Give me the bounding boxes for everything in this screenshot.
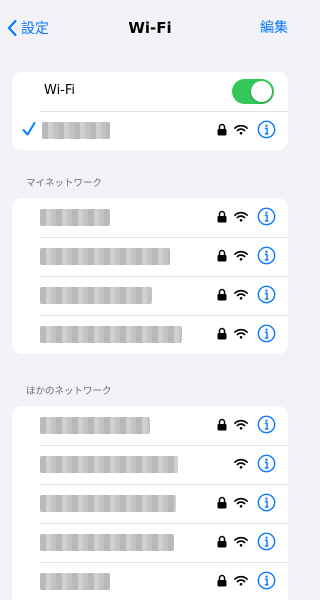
wifi-icon xyxy=(234,497,248,508)
wifi-icon xyxy=(234,124,248,135)
wifi-toggle[interactable] xyxy=(232,79,274,104)
other-networks-card xyxy=(12,406,288,600)
info-icon[interactable] xyxy=(257,324,276,343)
wifi-icon xyxy=(234,250,248,261)
network-row[interactable] xyxy=(12,523,288,562)
other-networks-header: ほかのネットワーク xyxy=(26,386,112,397)
info-icon[interactable] xyxy=(257,246,276,265)
wifi-icon xyxy=(234,211,248,222)
network-name-redacted xyxy=(40,534,174,551)
lock-icon xyxy=(217,210,227,223)
toggle-knob xyxy=(251,81,272,102)
wifi-toggle-row: Wi-Fi xyxy=(12,72,288,111)
info-icon[interactable] xyxy=(257,120,276,139)
network-row[interactable] xyxy=(12,237,288,276)
my-networks-header: マイネットワーク xyxy=(26,178,103,189)
info-icon[interactable] xyxy=(257,454,276,473)
lock-icon xyxy=(217,418,227,431)
network-row[interactable] xyxy=(12,198,288,237)
info-icon[interactable] xyxy=(257,571,276,590)
network-row[interactable] xyxy=(12,445,288,484)
network-name-redacted xyxy=(40,456,178,473)
info-icon[interactable] xyxy=(257,532,276,551)
network-name-redacted xyxy=(40,209,110,226)
my-networks-card xyxy=(12,198,288,354)
network-row[interactable] xyxy=(12,315,288,354)
wifi-label: Wi-Fi xyxy=(44,83,76,98)
wifi-icon xyxy=(234,328,248,339)
wifi-icon xyxy=(234,575,248,586)
network-name-redacted xyxy=(40,417,150,434)
network-name-redacted xyxy=(40,495,176,512)
wifi-icon xyxy=(234,458,248,469)
info-icon[interactable] xyxy=(257,285,276,304)
network-name-redacted xyxy=(40,248,170,265)
network-name-redacted xyxy=(40,326,182,343)
page-title: Wi-Fi xyxy=(128,19,172,37)
lock-icon xyxy=(217,249,227,262)
lock-icon xyxy=(217,535,227,548)
wifi-card: Wi-Fi xyxy=(12,72,288,150)
network-name-redacted xyxy=(42,122,110,139)
info-icon[interactable] xyxy=(257,415,276,434)
wifi-icon xyxy=(234,289,248,300)
lock-icon xyxy=(217,288,227,301)
network-name-redacted xyxy=(40,287,152,304)
network-row[interactable] xyxy=(12,484,288,523)
edit-button[interactable]: 編集 xyxy=(260,18,288,38)
wifi-icon xyxy=(234,536,248,547)
checkmark-icon xyxy=(22,122,36,136)
network-row[interactable] xyxy=(12,562,288,600)
connected-network-row[interactable] xyxy=(12,111,288,150)
info-icon[interactable] xyxy=(257,493,276,512)
lock-icon xyxy=(217,123,227,136)
lock-icon xyxy=(217,327,227,340)
wifi-icon xyxy=(234,419,248,430)
lock-icon xyxy=(217,574,227,587)
network-row[interactable] xyxy=(12,406,288,445)
navigation-bar: 設定 Wi-Fi 編集 xyxy=(0,0,300,56)
lock-icon xyxy=(217,496,227,509)
network-name-redacted xyxy=(40,573,110,590)
info-icon[interactable] xyxy=(257,207,276,226)
network-row[interactable] xyxy=(12,276,288,315)
